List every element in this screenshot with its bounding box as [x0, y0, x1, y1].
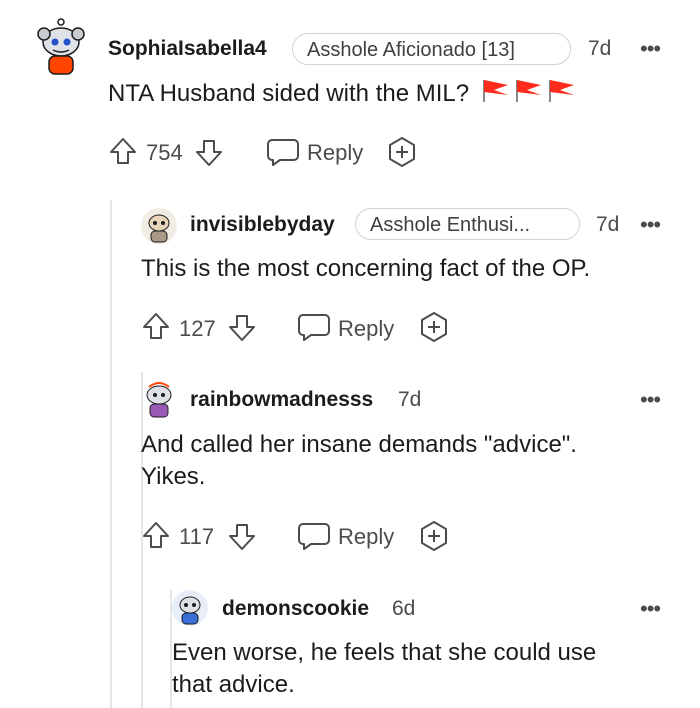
avatar[interactable]	[172, 590, 208, 626]
reply-button[interactable]: Reply	[307, 140, 363, 166]
timestamp: 7d	[596, 213, 620, 236]
snoo-avatar-icon	[141, 208, 177, 244]
avatar[interactable]	[34, 18, 88, 78]
upvote-icon[interactable]	[141, 311, 171, 346]
downvote-icon[interactable]	[194, 138, 224, 173]
avatar[interactable]	[141, 381, 177, 419]
more-options-icon[interactable]: •••	[640, 389, 661, 411]
reply-icon[interactable]	[297, 312, 331, 347]
reply-button[interactable]: Reply	[338, 524, 394, 550]
username[interactable]: invisiblebyday	[190, 213, 335, 237]
timestamp: 6d	[392, 597, 416, 620]
more-options-icon[interactable]: •••	[640, 38, 661, 60]
username[interactable]: SophiaIsabella4	[108, 37, 267, 61]
snoo-avatar-icon	[146, 382, 172, 418]
upvote-icon[interactable]	[141, 520, 171, 555]
timestamp: 7d	[588, 37, 612, 60]
user-flair: Asshole Enthusi...	[355, 208, 580, 240]
vote-count: 117	[179, 524, 215, 549]
reply-icon[interactable]	[266, 137, 300, 172]
reply-button[interactable]: Reply	[338, 316, 394, 342]
more-options-icon[interactable]: •••	[640, 598, 661, 620]
timestamp: 7d	[398, 388, 422, 411]
comment-body-line-2: Yikes.	[141, 463, 206, 490]
more-options-icon[interactable]: •••	[640, 214, 661, 236]
vote-count: 127	[179, 316, 216, 341]
comment-body-line-2: that advice.	[172, 671, 295, 698]
thread-line-level-1	[110, 200, 112, 708]
username[interactable]: demonscookie	[222, 597, 369, 621]
username[interactable]: rainbowmadnesss	[190, 388, 373, 412]
user-flair: Asshole Aficionado [13]	[292, 33, 571, 65]
avatar[interactable]	[141, 208, 177, 244]
comment-body-line-1: And called her insane demands "advice".	[141, 431, 577, 458]
comment-body-line-1: Even worse, he feels that she could use	[172, 639, 597, 666]
upvote-icon[interactable]	[108, 136, 138, 171]
downvote-icon[interactable]	[227, 522, 257, 557]
comment-body: NTA Husband sided with the MIL?	[108, 76, 580, 113]
red-flag-icon	[480, 76, 580, 113]
award-icon[interactable]	[418, 311, 450, 348]
vote-count: 754	[146, 140, 183, 165]
comment-body: This is the most concerning fact of the …	[141, 255, 591, 282]
comment-text: NTA Husband sided with the MIL?	[108, 79, 470, 107]
snoo-avatar-icon	[37, 18, 85, 75]
award-icon[interactable]	[418, 520, 450, 557]
snoo-avatar-icon	[172, 590, 208, 626]
reply-icon[interactable]	[297, 521, 331, 556]
downvote-icon[interactable]	[227, 313, 257, 348]
award-icon[interactable]	[386, 136, 418, 173]
